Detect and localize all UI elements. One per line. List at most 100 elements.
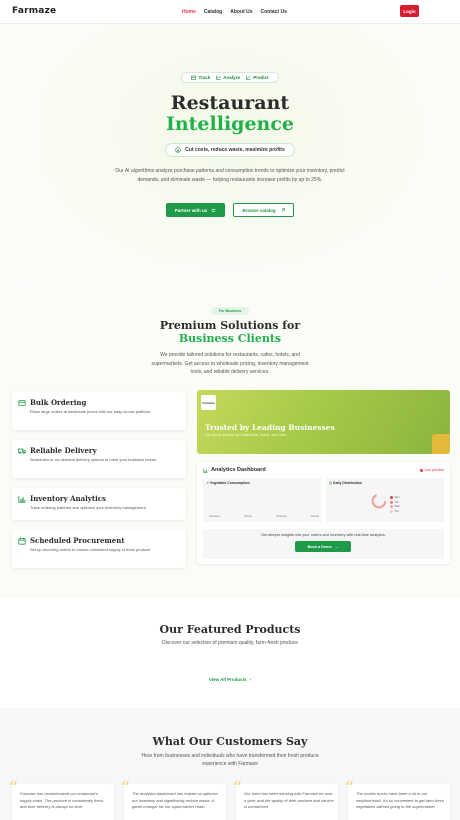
live-preview-badge: Live preview <box>419 468 444 472</box>
testimonials-subtitle: Hear from businesses and individuals who… <box>141 753 319 767</box>
legend-swatch <box>390 509 393 513</box>
feature-card-inventory-analytics: Inventory Analytics Track ordering patte… <box>12 488 186 520</box>
trend-icon <box>246 75 251 80</box>
pill-analyze: Analyze <box>216 75 240 80</box>
testimonials-section: What Our Customers Say Hear from busines… <box>0 708 460 820</box>
feature-desc: Set up recurring orders to ensure consis… <box>30 547 151 552</box>
testimonial-card: “ The analytics dashboard has helped us … <box>120 778 226 820</box>
legend-swatch <box>390 500 393 504</box>
trusted-title: Trusted by Leading Businesses <box>205 423 335 432</box>
feature-card-scheduled-procurement: Scheduled Procurement Set up recurring o… <box>12 530 186 568</box>
live-dot-icon <box>419 468 423 472</box>
panel-title-text: Vegetable Consumption <box>209 481 250 485</box>
nav-link-about[interactable]: About Us <box>230 9 252 15</box>
decorative-block <box>432 434 450 454</box>
logo[interactable]: Farmaze <box>12 6 56 16</box>
x-label: Onions <box>244 515 253 518</box>
panel-title: ↗ Vegetable Consumption <box>206 481 250 485</box>
legend-label: Tue <box>394 500 399 504</box>
chart-icon <box>216 75 221 80</box>
x-label: Potatoes <box>276 515 287 518</box>
view-all-products-link[interactable]: View All Products › <box>201 674 259 685</box>
feature-desc: Track ordering patterns and optimize you… <box>30 505 146 510</box>
for-business-badge: For Business <box>211 307 249 315</box>
hero-feature-pills: Track Analyze Predict <box>181 72 279 83</box>
dollar-icon: $ <box>175 147 181 153</box>
browse-catalog-button[interactable]: Browse catalog <box>233 203 294 217</box>
top-navbar: Farmaze Home Catalog About Us Contact Us… <box>0 0 460 24</box>
business-description: We provide tailored solutions for restau… <box>151 352 309 375</box>
nav-link-catalog[interactable]: Catalog <box>204 9 222 15</box>
legend-swatch <box>390 505 393 508</box>
book-demo-label: Book a Demo <box>307 544 332 549</box>
featured-products-section: Our Featured Products Discover our selec… <box>0 598 460 708</box>
legend-swatch <box>390 496 393 499</box>
panel-x-labels: Tomatoes Onions Potatoes Carrots <box>209 515 319 518</box>
insight-text: Get deeper insights into your orders and… <box>261 533 386 537</box>
nav-link-home[interactable]: Home <box>182 9 196 15</box>
quote-icon: “ <box>232 776 243 800</box>
handshake-icon <box>211 208 216 212</box>
feature-desc: Place large orders at wholesale prices w… <box>30 409 152 414</box>
arrow-right-icon: → <box>334 544 339 549</box>
legend-label: Thu <box>394 509 399 513</box>
trusted-logo: Farmaze <box>201 395 216 410</box>
products-title: Our Featured Products <box>159 623 301 636</box>
donut-legend: Mon Tue Wed Thu <box>390 496 400 513</box>
feature-card-reliable-delivery: Reliable Delivery Scheduled or on-demand… <box>12 440 186 478</box>
quote-icon: “ <box>344 776 355 800</box>
chevron-right-icon: › <box>249 677 252 682</box>
daily-distribution-panel: ◷ Daily Distribution Mon Tue Wed Thu <box>326 478 444 522</box>
testimonial-text: Farmaze has revolutionized our restauran… <box>20 791 105 809</box>
testimonial-text: The mobile trucks have been a hit in our… <box>356 791 444 809</box>
x-label: Tomatoes <box>209 515 220 518</box>
testimonial-card: “ Our hotel has been working with Farmaz… <box>232 778 338 820</box>
bar-chart-icon <box>203 468 208 473</box>
book-demo-button[interactable]: Book a Demo → <box>295 541 351 552</box>
hero-title-line2: Intelligence <box>165 113 295 135</box>
testimonial-text: Our hotel has been working with Farmaze … <box>244 791 334 809</box>
external-link-icon <box>280 207 285 212</box>
truck-icon <box>18 448 26 454</box>
trusted-subtitle: Our clients include top restaurants, hot… <box>205 433 287 437</box>
hero-tagline: $ Cut costs, reduce waste, maximize prof… <box>165 143 295 157</box>
cart-icon <box>18 400 26 406</box>
feature-title: Inventory Analytics <box>30 494 106 503</box>
quote-icon: “ <box>120 776 131 800</box>
feature-title: Reliable Delivery <box>30 446 97 455</box>
testimonial-text: The analytics dashboard has helped us op… <box>132 791 218 809</box>
login-button[interactable]: Login <box>400 5 419 17</box>
box-icon <box>191 75 197 80</box>
nav-link-contact[interactable]: Contact Us <box>260 9 286 15</box>
nav-links: Home Catalog About Us Contact Us <box>182 9 287 15</box>
browse-catalog-label: Browse catalog <box>242 207 276 213</box>
dashboard-title-text: Analytics Dashboard <box>211 467 266 473</box>
business-title-line1: Premium Solutions for <box>159 319 301 332</box>
feature-desc: Scheduled or on-demand delivery options … <box>30 457 157 462</box>
pill-predict: Predict <box>246 75 269 80</box>
quote-icon: “ <box>8 776 19 800</box>
pill-predict-label: Predict <box>253 75 269 80</box>
testimonial-card: “ The mobile trucks have been a hit in o… <box>344 778 450 820</box>
pill-analyze-label: Analyze <box>223 75 241 80</box>
live-preview-text: Live preview <box>424 468 444 472</box>
partner-button[interactable]: Partner with us <box>166 203 225 217</box>
dashboard-title: Analytics Dashboard <box>203 467 266 473</box>
feature-card-bulk-ordering: Bulk Ordering Place large orders at whol… <box>12 392 186 430</box>
legend-label: Wed <box>394 505 400 508</box>
panel-title-text: Daily Distribution <box>333 481 363 485</box>
legend-item: Tue <box>390 500 400 504</box>
hero-tagline-text: Cut costs, reduce waste, maximize profit… <box>185 147 285 153</box>
hero-description: Our AI algorithms analyze purchase patte… <box>115 168 345 183</box>
vegetable-consumption-panel: ↗ Vegetable Consumption Tomatoes Onions … <box>203 478 321 522</box>
partner-button-label: Partner with us <box>174 207 208 213</box>
products-subtitle: Discover our selection of premium qualit… <box>161 640 299 646</box>
donut-chart <box>371 493 387 509</box>
trusted-banner: Farmaze Trusted by Leading Businesses Ou… <box>197 390 450 454</box>
legend-item: Thu <box>390 509 400 513</box>
analytics-dashboard: Analytics Dashboard Live preview ↗ Veget… <box>197 462 450 564</box>
trend-icon: ↗ <box>206 481 209 485</box>
calendar-icon <box>18 537 26 545</box>
x-label: Carrots <box>310 515 319 518</box>
feature-title: Bulk Ordering <box>30 398 87 407</box>
